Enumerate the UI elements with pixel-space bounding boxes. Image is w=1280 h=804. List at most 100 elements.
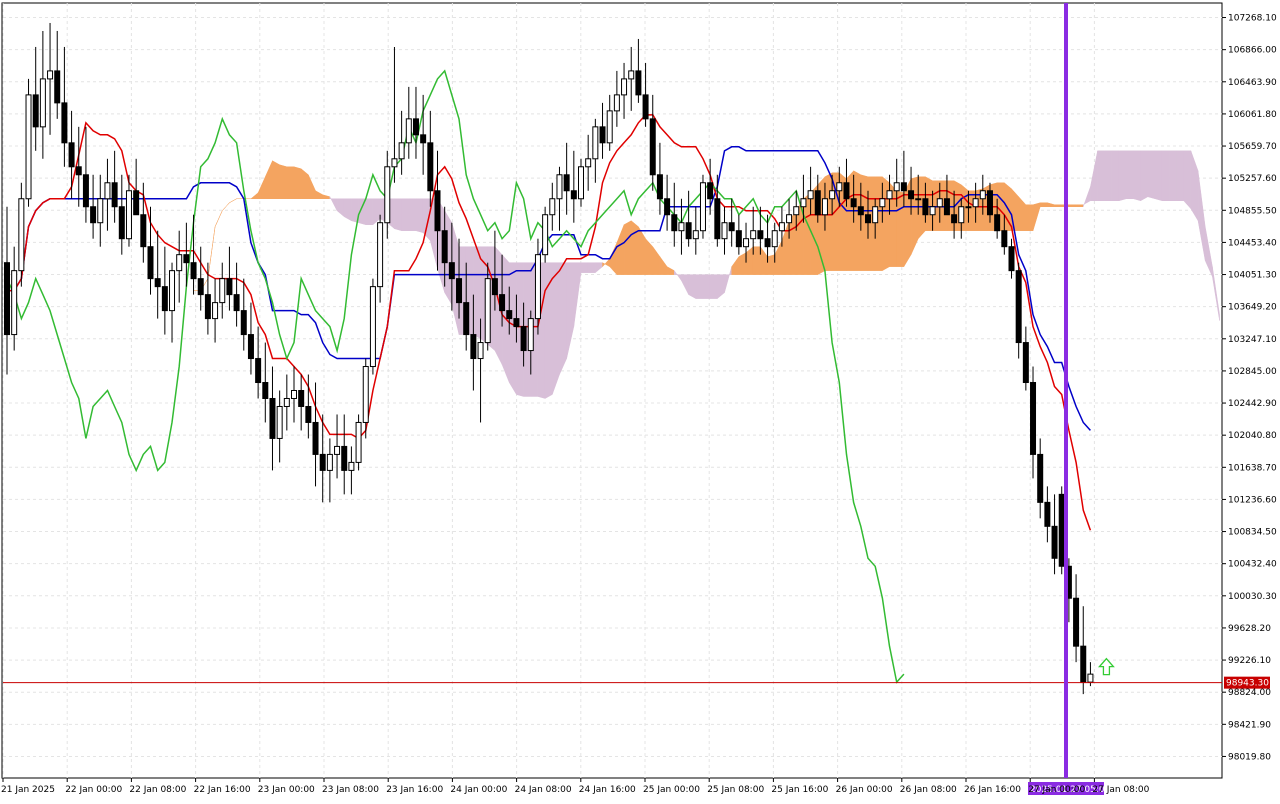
- candle-body: [427, 142, 434, 192]
- candle-body: [140, 214, 147, 248]
- candle-body: [434, 190, 441, 232]
- candle-body: [1001, 230, 1008, 248]
- candle-body: [32, 94, 39, 128]
- candle-body: [527, 318, 534, 352]
- cloud-segment: [1126, 150, 1134, 199]
- candle-body: [75, 166, 82, 176]
- x-tick-label: 22 Jan 00:00: [65, 785, 122, 795]
- candle-body: [90, 206, 97, 224]
- candle-body: [319, 453, 326, 471]
- candle-body: [585, 158, 592, 168]
- candle-body: [169, 270, 176, 312]
- candle-body: [190, 262, 197, 280]
- candle-body: [735, 230, 742, 248]
- candle-body: [886, 190, 893, 200]
- y-axis: 107268.10 106866.00 106463.90 106061.80 1056…: [1222, 14, 1277, 762]
- cloud-segment: [767, 254, 775, 275]
- candle-body: [1030, 382, 1037, 455]
- cloud-segment: [1111, 150, 1120, 201]
- candle-body: [778, 222, 785, 232]
- candle-body: [405, 118, 412, 144]
- candle-body: [233, 294, 240, 312]
- y-tick-label: 100834.50: [1228, 528, 1277, 538]
- candle-body: [879, 198, 886, 208]
- candle-body: [534, 254, 541, 320]
- x-tick-label: 25 Jan 16:00: [771, 785, 828, 795]
- candle-body: [391, 158, 398, 168]
- candle-body: [958, 206, 965, 224]
- candle-body: [183, 254, 190, 264]
- cloud-segment: [1068, 204, 1077, 207]
- candle-body: [986, 190, 993, 216]
- candle-body: [111, 182, 118, 208]
- cloud-segment: [1039, 202, 1048, 207]
- candle-body: [369, 286, 376, 368]
- candle-body: [1087, 673, 1094, 683]
- candle-body: [513, 318, 520, 328]
- candle-body: [212, 302, 219, 320]
- cloud-segment: [394, 198, 402, 232]
- candle-body: [592, 126, 599, 160]
- ichimoku-chart: 98943.302025.01.27 05:00 107268.10106866…: [1, 2, 1277, 795]
- candle-body: [118, 206, 125, 240]
- candle-body: [54, 70, 61, 104]
- candle-body: [771, 230, 778, 248]
- candle-body: [900, 182, 907, 192]
- candle-body: [147, 246, 154, 280]
- x-tick-label: 27 Jan 08:00: [1092, 785, 1149, 795]
- cloud-segment: [1176, 150, 1184, 201]
- cloud-segment: [1169, 150, 1177, 201]
- y-tick-label: 105659.70: [1228, 142, 1277, 152]
- x-tick-label: 21 Jan 2025: [1, 785, 55, 795]
- cloud-segment: [1118, 150, 1127, 202]
- y-tick-label: 103247.10: [1228, 335, 1277, 345]
- x-tick-label: 26 Jan 16:00: [964, 785, 1021, 795]
- cloud-segment: [365, 198, 374, 225]
- cloud-segment: [1025, 204, 1034, 231]
- candle-body: [219, 278, 226, 304]
- candle-body: [929, 206, 936, 216]
- candle-body: [154, 278, 161, 288]
- x-tick-label: 24 Jan 08:00: [515, 785, 572, 795]
- cloud-segment: [1140, 150, 1149, 202]
- candle-body: [133, 190, 140, 216]
- candle-body: [262, 382, 269, 399]
- candle-body: [312, 421, 319, 455]
- y-tick-label: 106463.90: [1228, 78, 1277, 88]
- candle-body: [1037, 453, 1044, 503]
- current-price-label: 98943.30: [1226, 679, 1269, 689]
- cloud-segment: [1054, 204, 1062, 207]
- candle-body: [456, 278, 463, 304]
- cloud-segment: [343, 198, 352, 222]
- candle-body: [491, 278, 498, 296]
- cloud-segment: [896, 190, 905, 267]
- candle-body: [621, 78, 628, 96]
- y-tick-label: 98421.90: [1228, 720, 1271, 730]
- candle-body: [635, 70, 642, 96]
- y-tick-label: 104855.50: [1228, 206, 1277, 216]
- candle-body: [893, 182, 900, 192]
- candle-body: [97, 198, 104, 224]
- candle-body: [125, 190, 132, 240]
- candle-body: [341, 445, 348, 471]
- candle-body: [1015, 270, 1022, 344]
- cloud-segment: [552, 262, 560, 395]
- candle-body: [25, 94, 32, 200]
- candle-body: [240, 310, 247, 336]
- candle-body: [4, 262, 10, 336]
- cloud-segment: [279, 164, 288, 199]
- candle-body: [850, 198, 857, 208]
- candle-body: [972, 198, 979, 208]
- x-tick-label: 25 Jan 00:00: [643, 785, 700, 795]
- cloud-segment: [408, 198, 417, 231]
- y-tick-label: 102442.90: [1228, 399, 1277, 409]
- candle-body: [570, 190, 577, 200]
- y-tick-label: 102845.00: [1228, 367, 1277, 377]
- candle-body: [226, 278, 233, 296]
- candle-body: [707, 182, 714, 200]
- candle-body: [915, 198, 922, 201]
- cloud-segment: [544, 262, 553, 399]
- candle-body: [1051, 525, 1058, 559]
- cloud-segment: [702, 274, 711, 299]
- candle-body: [477, 342, 484, 360]
